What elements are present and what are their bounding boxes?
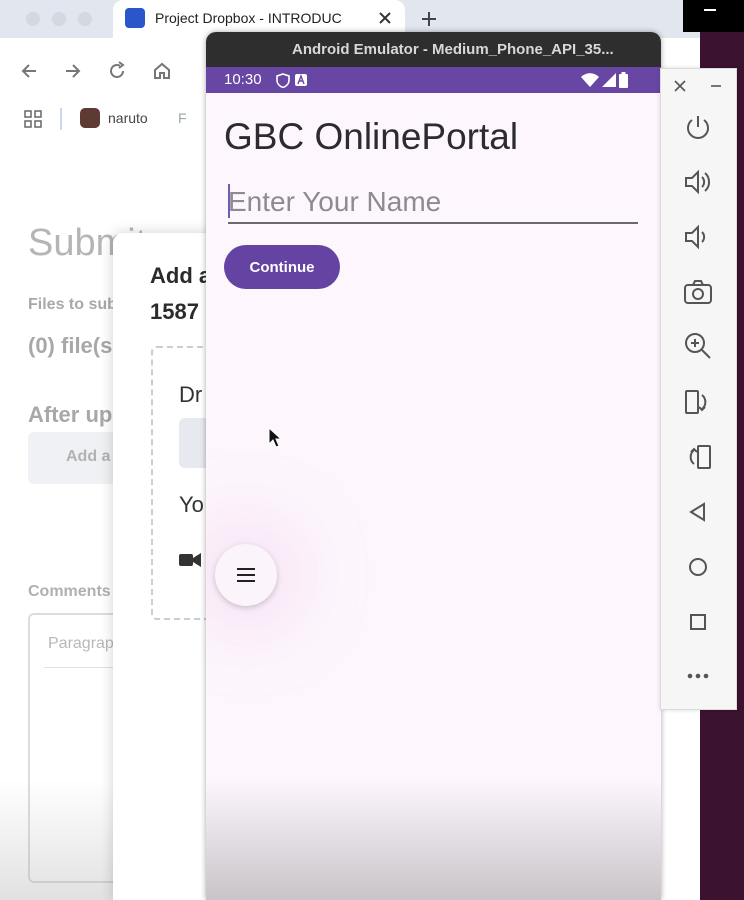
add-button-label: Add a	[66, 448, 111, 465]
camera-icon[interactable]	[683, 277, 713, 307]
minimize-icon[interactable]	[709, 79, 723, 93]
android-status-bar: 10:30	[206, 67, 661, 93]
shield-icon	[276, 73, 290, 88]
window-zoom-dot[interactable]	[78, 12, 92, 26]
text-caret	[228, 184, 230, 218]
minimize-icon[interactable]	[704, 9, 716, 11]
continue-button[interactable]: Continue	[224, 245, 340, 289]
files-to-submit-label: Files to sub	[28, 296, 117, 313]
paragraph-format-select[interactable]: Paragrap	[48, 635, 114, 653]
rotate-left-icon[interactable]	[683, 387, 713, 417]
name-input[interactable]	[228, 182, 638, 224]
apps-grid-icon[interactable]	[24, 110, 42, 128]
wifi-icon	[581, 73, 599, 87]
menu-fab[interactable]	[215, 544, 277, 606]
signal-icon	[602, 73, 616, 87]
power-icon[interactable]	[683, 113, 713, 143]
file-count: (0) file(s	[28, 333, 113, 358]
mouse-cursor-icon	[268, 427, 282, 448]
modal-subtitle: 1587	[150, 299, 199, 324]
volume-up-icon[interactable]	[683, 167, 713, 197]
android-emulator-window: Android Emulator - Medium_Phone_API_35..…	[206, 32, 661, 900]
emulator-title-bar: Android Emulator - Medium_Phone_API_35..…	[206, 32, 661, 67]
back-arrow-icon[interactable]	[18, 60, 40, 82]
comments-label: Comments	[28, 583, 111, 600]
video-camera-icon[interactable]	[179, 552, 201, 568]
bookmark-separator	[60, 108, 62, 130]
battery-icon	[619, 72, 628, 88]
after-upload-label: After up	[28, 402, 113, 427]
overview-icon[interactable]	[683, 607, 713, 637]
emulator-title: Android Emulator - Medium_Phone_API_35..…	[292, 41, 614, 58]
tab-close-icon[interactable]	[375, 8, 395, 28]
close-icon[interactable]	[673, 79, 687, 93]
rotate-right-icon[interactable]	[683, 442, 713, 472]
modal-title: Add a	[150, 263, 212, 288]
home-circle-icon[interactable]	[683, 552, 713, 582]
reload-icon[interactable]	[106, 60, 128, 82]
hamburger-menu-icon	[237, 568, 255, 582]
new-tab-icon[interactable]	[418, 8, 440, 30]
bookmark-favicon-icon	[80, 108, 100, 128]
emulator-bottom-shade	[206, 780, 661, 900]
home-icon[interactable]	[151, 60, 173, 82]
emulator-side-panel	[660, 68, 737, 710]
bookmark-naruto[interactable]: naruto	[108, 110, 148, 126]
drop-zone-secondary-text: Yo	[179, 492, 204, 517]
app-title: GBC OnlinePortal	[224, 116, 519, 157]
more-icon[interactable]	[683, 661, 713, 691]
forward-arrow-icon[interactable]	[62, 60, 84, 82]
status-time: 10:30	[224, 71, 262, 88]
notification-a-icon	[295, 74, 307, 86]
window-close-dot[interactable]	[26, 12, 40, 26]
zoom-icon[interactable]	[683, 331, 713, 361]
tab-title: Project Dropbox - INTRODUC	[155, 10, 342, 26]
drop-zone-text: Dr	[179, 382, 203, 407]
bookmark-next[interactable]: F	[178, 110, 187, 126]
volume-down-icon[interactable]	[683, 222, 713, 252]
tab-favicon-icon	[125, 8, 145, 28]
title-bar-corner	[683, 0, 744, 32]
window-minimize-dot[interactable]	[52, 12, 66, 26]
back-icon[interactable]	[683, 497, 713, 527]
